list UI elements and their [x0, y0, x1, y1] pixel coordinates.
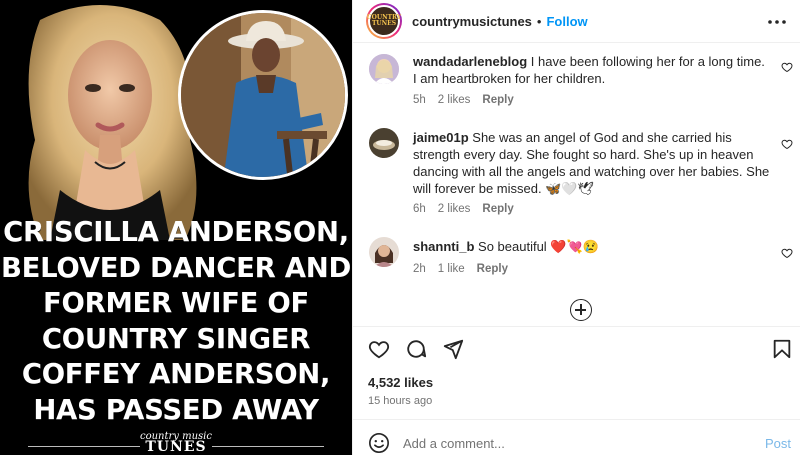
- man-photo-illustration: [181, 13, 345, 177]
- brand-watermark: country music TUNES: [0, 432, 352, 455]
- comment-text: wandadarleneblog I have been following h…: [413, 53, 771, 87]
- comment-icon[interactable]: [405, 338, 427, 360]
- commenter-avatar[interactable]: [369, 128, 399, 158]
- comment-likes[interactable]: 2 likes: [438, 94, 471, 106]
- comment-username[interactable]: wandadarleneblog: [413, 54, 527, 69]
- account-avatar-logo: COUNTRY TUNES: [366, 5, 402, 37]
- instagram-post-modal: CRISCILLA ANDERSON, BELOVED DANCER AND F…: [0, 0, 800, 455]
- comment-meta: 6h 2 likes Reply: [413, 203, 514, 215]
- post-timestamp[interactable]: 15 hours ago: [368, 395, 432, 407]
- account-avatar[interactable]: COUNTRY TUNES: [366, 3, 402, 39]
- headline-line: BELOVED DANCER AND: [1, 251, 351, 284]
- commenter-avatar[interactable]: [369, 54, 399, 84]
- reply-button[interactable]: Reply: [477, 263, 508, 275]
- comment-meta: 5h 2 likes Reply: [413, 94, 514, 106]
- comment-text: shannti_b So beautiful ❤️💘😢: [413, 238, 771, 255]
- account-username[interactable]: countrymusictunes: [412, 14, 532, 29]
- more-horizontal-icon[interactable]: [767, 12, 787, 32]
- reply-button[interactable]: Reply: [482, 94, 513, 106]
- add-comment-input[interactable]: [403, 433, 733, 453]
- avatar-image: [369, 54, 399, 84]
- comment-time[interactable]: 2h: [413, 263, 426, 275]
- comments-panel: COUNTRY TUNES countrymusictunes • Follow: [352, 0, 800, 455]
- likes-count[interactable]: 4,532 likes: [368, 375, 433, 390]
- reply-button[interactable]: Reply: [482, 203, 513, 215]
- comment-box-divider: [353, 419, 800, 420]
- plus-circle-icon[interactable]: [570, 299, 592, 321]
- comment-time[interactable]: 6h: [413, 203, 426, 215]
- comment-time[interactable]: 5h: [413, 94, 426, 106]
- smiley-icon[interactable]: [368, 432, 390, 454]
- actions-divider: [353, 326, 800, 327]
- send-icon[interactable]: [442, 338, 464, 360]
- comment-body: So beautiful ❤️💘😢: [478, 239, 599, 254]
- headline-line: HAS PASSED AWAY: [33, 393, 319, 426]
- headline-line: COUNTRY SINGER: [41, 322, 311, 355]
- post-comment-button[interactable]: Post: [765, 436, 791, 451]
- comment-username[interactable]: shannti_b: [413, 239, 474, 254]
- heart-icon[interactable]: [368, 338, 390, 360]
- comment-text: jaime01p She was an angel of God and she…: [413, 129, 771, 197]
- headline-line: COFFEY ANDERSON,: [21, 358, 331, 390]
- heart-icon[interactable]: [781, 247, 793, 259]
- headline-line: CRISCILLA ANDERSON,: [3, 216, 349, 248]
- avatar-image: [369, 237, 399, 267]
- account-avatar-text: COUNTRY TUNES: [366, 14, 402, 27]
- heart-icon[interactable]: [781, 61, 793, 73]
- brand-bottom: TUNES: [145, 439, 207, 455]
- comment-likes[interactable]: 1 like: [438, 263, 465, 275]
- commenter-avatar[interactable]: [369, 237, 399, 267]
- separator-dot: •: [536, 13, 542, 29]
- post-header: COUNTRY TUNES countrymusictunes • Follow: [353, 0, 800, 43]
- avatar-image: [369, 128, 399, 158]
- comment-likes[interactable]: 2 likes: [438, 203, 471, 215]
- heart-icon[interactable]: [781, 138, 793, 150]
- comment-username[interactable]: jaime01p: [413, 130, 469, 145]
- comment-meta: 2h 1 like Reply: [413, 263, 508, 275]
- post-headline: CRISCILLA ANDERSON, BELOVED DANCER AND F…: [0, 215, 352, 428]
- post-image: CRISCILLA ANDERSON, BELOVED DANCER AND F…: [0, 0, 352, 455]
- follow-button[interactable]: Follow: [546, 14, 587, 29]
- man-in-cowboy-hat-photo: [178, 10, 348, 180]
- bookmark-icon[interactable]: [771, 338, 793, 360]
- headline-line: FORMER WIFE OF: [43, 287, 309, 319]
